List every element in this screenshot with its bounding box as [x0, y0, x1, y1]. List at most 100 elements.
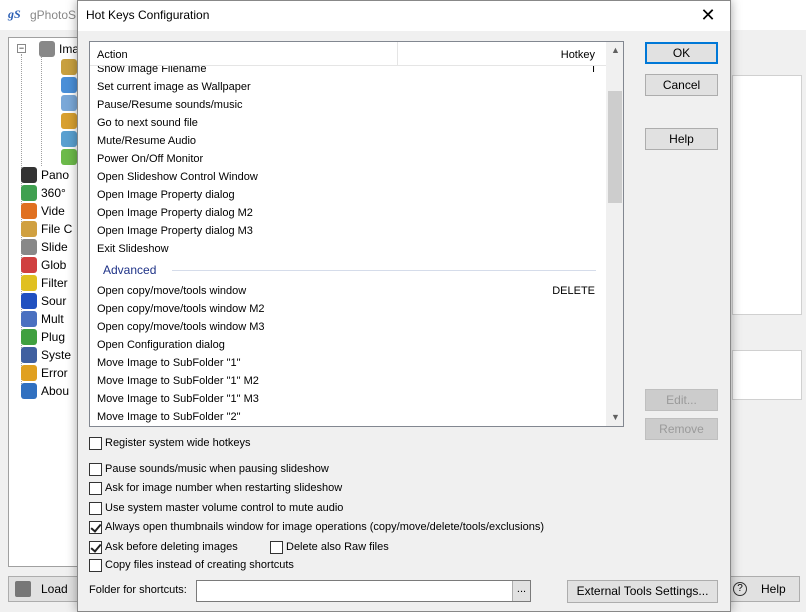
cancel-button[interactable]: Cancel: [645, 74, 718, 96]
help-icon: ?: [733, 582, 747, 596]
list-item[interactable]: Open Slideshow Control Window: [90, 168, 608, 186]
checkbox-box[interactable]: [270, 540, 283, 554]
tree-item[interactable]: Pano: [21, 166, 69, 184]
external-tools-button[interactable]: External Tools Settings...: [567, 580, 718, 603]
tree-item[interactable]: File C: [21, 220, 72, 238]
load-button[interactable]: Load: [8, 576, 80, 602]
ask-image-number-checkbox[interactable]: Ask for image number when restarting sli…: [89, 480, 342, 496]
action-cell: Open Image Property dialog M2: [97, 207, 253, 219]
tree-item[interactable]: Syste: [21, 346, 71, 364]
list-item[interactable]: Go to next sound file: [90, 114, 608, 132]
ask-before-delete-checkbox[interactable]: Ask before deleting images: [89, 539, 238, 555]
copy-files-checkbox[interactable]: Copy files instead of creating shortcuts: [89, 557, 294, 573]
edit-button[interactable]: Edit...: [645, 389, 718, 411]
list-item[interactable]: Open Image Property dialog: [90, 186, 608, 204]
tree-node-icon: [61, 95, 77, 111]
list-item[interactable]: Open copy/move/tools window M3: [90, 318, 608, 336]
list-item[interactable]: Power On/Off Monitor: [90, 150, 608, 168]
list-item[interactable]: Set current image as Wallpaper: [90, 78, 608, 96]
tree-item[interactable]: Imag: [39, 40, 79, 58]
settings-tree[interactable]: − ImagDInTSPAPano360°VideFile CSlideGlob…: [8, 37, 80, 567]
list-item[interactable]: Exit Slideshow: [90, 240, 608, 258]
column-header-hotkey[interactable]: Hotkey: [561, 49, 595, 61]
action-cell: Move Image to SubFolder "1" M3: [97, 393, 259, 405]
list-item[interactable]: Move Image to SubFolder "1" M2: [90, 372, 608, 390]
scroll-down-icon[interactable]: ▼: [607, 409, 623, 426]
collapse-icon[interactable]: −: [17, 44, 26, 53]
tree-item[interactable]: Slide: [21, 238, 68, 256]
master-volume-checkbox[interactable]: Use system master volume control to mute…: [89, 500, 343, 516]
checkbox-label: Ask for image number when restarting sli…: [105, 482, 343, 494]
checkbox-box[interactable]: [89, 520, 102, 534]
tree-item[interactable]: Glob: [21, 256, 66, 274]
action-cell: Exit Slideshow: [97, 243, 169, 255]
list-item[interactable]: Open Image Property dialog M2: [90, 204, 608, 222]
parent-help-button[interactable]: ? Help: [728, 576, 800, 602]
delete-raw-checkbox[interactable]: Delete also Raw files: [270, 539, 389, 555]
tree-item-label: Error: [41, 366, 68, 380]
scroll-thumb[interactable]: [608, 91, 622, 203]
tree-item-label: Glob: [41, 258, 67, 272]
list-item[interactable]: Mute/Resume Audio: [90, 132, 608, 150]
vertical-scrollbar[interactable]: ▲ ▼: [606, 42, 623, 426]
group-label: Advanced: [103, 263, 157, 277]
tree-item[interactable]: Abou: [21, 382, 69, 400]
tree-item[interactable]: Vide: [21, 202, 65, 220]
tree-item[interactable]: Plug: [21, 328, 65, 346]
checkbox-label: Always open thumbnails window for image …: [105, 521, 545, 533]
folder-label: Folder for shortcuts:: [89, 584, 187, 596]
tree-node-icon: [21, 347, 37, 363]
action-cell: Set current image as Wallpaper: [97, 81, 251, 93]
parent-panel: [732, 350, 802, 400]
scroll-up-icon[interactable]: ▲: [607, 42, 623, 59]
ok-button[interactable]: OK: [645, 42, 718, 64]
list-item[interactable]: Pause/Resume sounds/music: [90, 96, 608, 114]
tree-item[interactable]: 360°: [21, 184, 66, 202]
list-item[interactable]: Move Image to SubFolder "2": [90, 408, 608, 426]
close-icon[interactable]: ✕: [686, 1, 730, 31]
browse-button[interactable]: ...: [512, 581, 530, 601]
list-item[interactable]: Open copy/move/tools window M2: [90, 300, 608, 318]
hotkeys-list[interactable]: Action Hotkey Show Image Filename I Set cu…: [89, 41, 624, 427]
column-header-action[interactable]: Action: [97, 49, 128, 61]
tree-node-icon: [61, 131, 77, 147]
tree-item[interactable]: Error: [21, 364, 68, 382]
group-divider: [172, 270, 596, 271]
list-item[interactable]: Move Image to SubFolder "1": [90, 354, 608, 372]
tree-node-icon: [21, 167, 37, 183]
pause-sounds-checkbox[interactable]: Pause sounds/music when pausing slidesho…: [89, 461, 329, 477]
action-cell: Mute/Resume Audio: [97, 135, 197, 147]
list-item[interactable]: Move Image to SubFolder "1" M3: [90, 390, 608, 408]
tree-node-icon: [61, 113, 77, 129]
group-header-advanced[interactable]: Advanced: [90, 258, 608, 282]
checkbox-box[interactable]: [89, 462, 102, 476]
checkbox-box[interactable]: [89, 501, 102, 515]
checkbox-box[interactable]: [89, 558, 102, 572]
checkbox-label: Copy files instead of creating shortcuts: [105, 559, 294, 571]
remove-button[interactable]: Remove: [645, 418, 718, 440]
dialog-titlebar: Hot Keys Configuration ✕: [78, 1, 730, 31]
register-hotkeys-checkbox[interactable]: Register system wide hotkeys: [89, 435, 251, 451]
parent-help-label: Help: [761, 582, 786, 596]
action-cell: Open copy/move/tools window M3: [97, 321, 265, 333]
checkbox-label: Use system master volume control to mute…: [105, 502, 344, 514]
checkbox-box[interactable]: [89, 436, 102, 450]
tree-item[interactable]: Mult: [21, 310, 64, 328]
tree-node-icon: [21, 383, 37, 399]
checkbox-box[interactable]: [89, 481, 102, 495]
folder-input[interactable]: [196, 580, 531, 602]
hotkey-cell: DELETE: [552, 285, 595, 297]
help-button[interactable]: Help: [645, 128, 718, 150]
tree-node-icon: [21, 311, 37, 327]
tree-node-icon: [21, 257, 37, 273]
list-item[interactable]: Show Image Filename I: [90, 66, 608, 78]
tree-item-label: Syste: [41, 348, 72, 362]
checkbox-box[interactable]: [89, 540, 102, 554]
always-thumbnails-checkbox[interactable]: Always open thumbnails window for image …: [89, 519, 544, 535]
list-item[interactable]: Open Image Property dialog M3: [90, 222, 608, 240]
column-separator[interactable]: [397, 42, 398, 66]
list-item[interactable]: Open copy/move/tools window DELETE: [90, 282, 608, 300]
tree-item[interactable]: Sour: [21, 292, 66, 310]
list-item[interactable]: Open Configuration dialog: [90, 336, 608, 354]
tree-item[interactable]: Filter: [21, 274, 68, 292]
